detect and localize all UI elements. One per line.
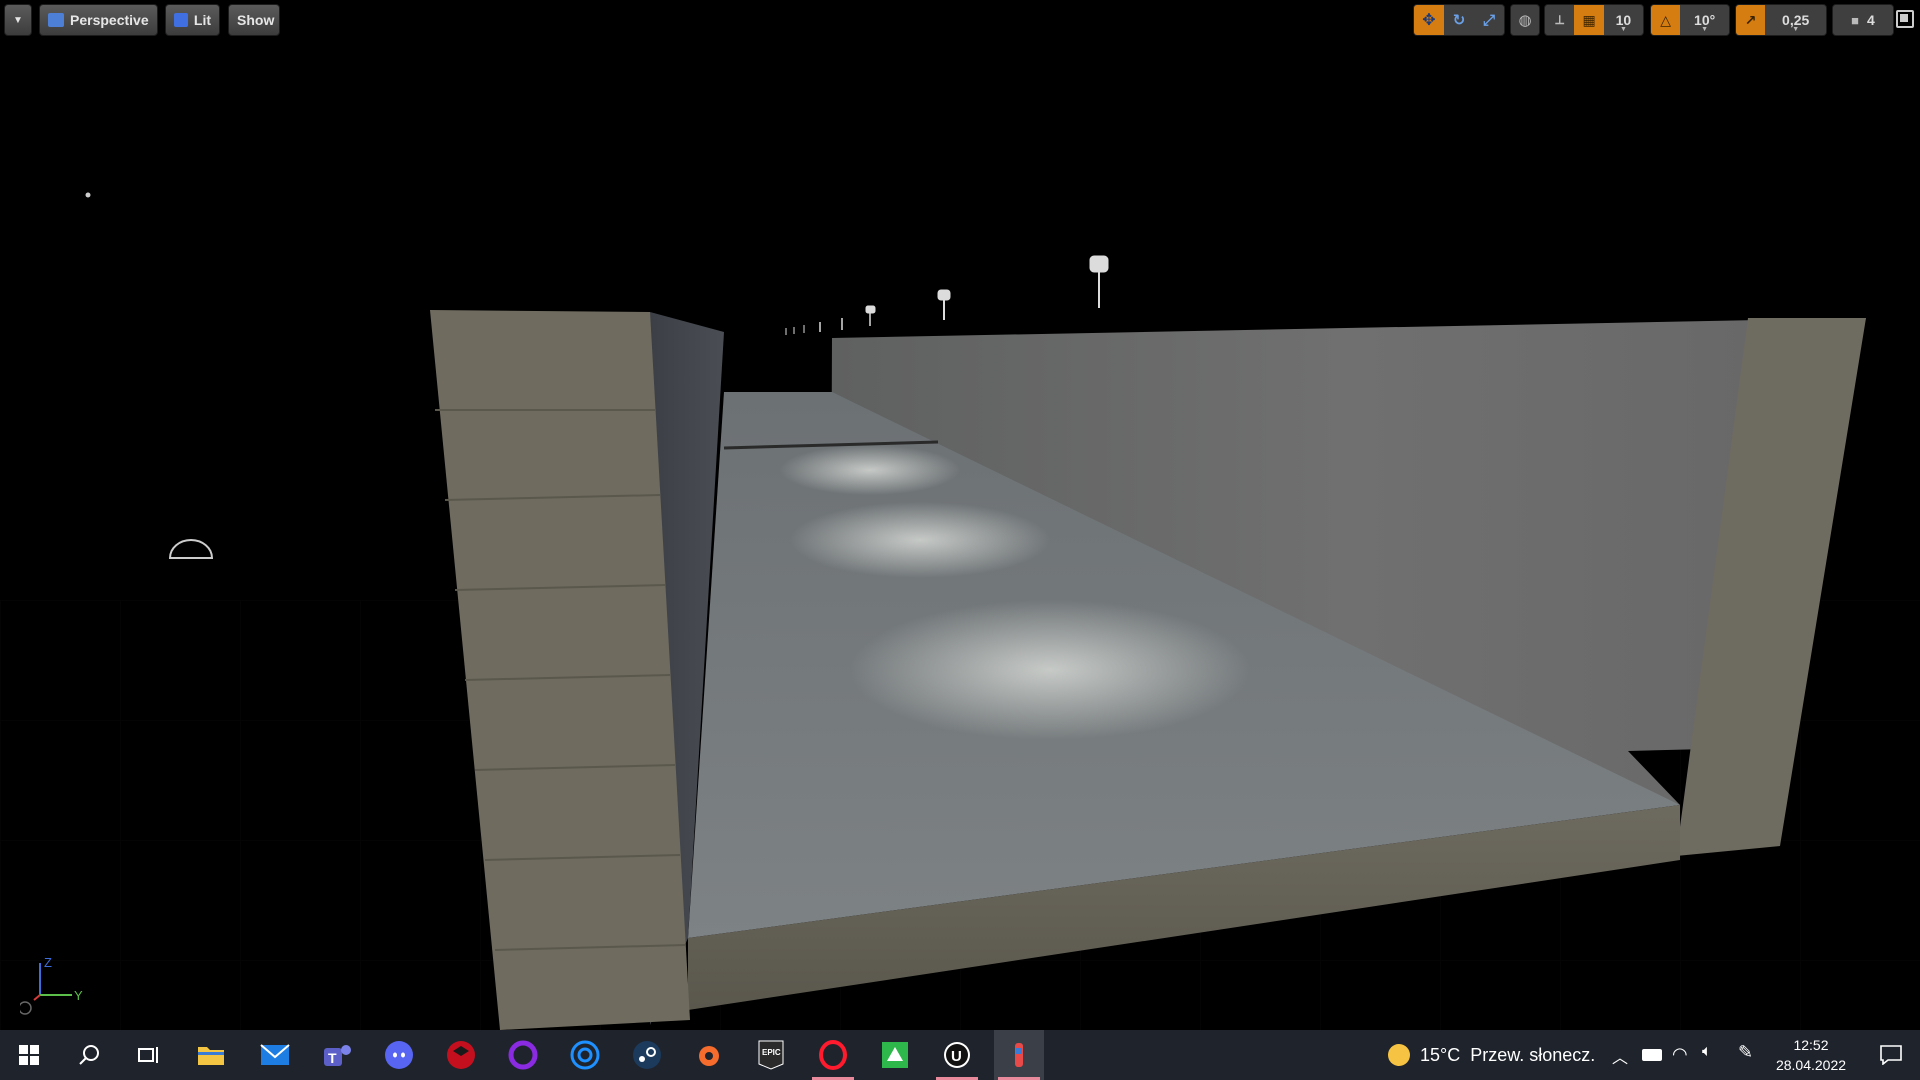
origin-button[interactable] — [684, 1030, 734, 1080]
coordinate-system-toggle[interactable]: ◍ — [1510, 4, 1540, 36]
task-view-button[interactable] — [124, 1030, 174, 1080]
taskbar: T EPIC U 15°C Przew. słonecz. ︿ ◠ 🔈︎ ✎ 1… — [0, 1030, 1920, 1080]
weather-condition: Przew. słonecz. — [1470, 1044, 1596, 1065]
red-app-button[interactable] — [436, 1030, 486, 1080]
rotate-tool[interactable]: ↻ — [1444, 5, 1474, 35]
rotation-snap-toggle[interactable]: △ — [1651, 5, 1681, 35]
lit-icon — [174, 13, 188, 27]
red-cube-icon — [447, 1041, 475, 1069]
epic-games-icon: EPIC — [758, 1040, 784, 1070]
scale-tool[interactable]: ⤢ — [1474, 5, 1504, 35]
perspective-label: Perspective — [70, 12, 149, 28]
rotation-snap-icon: △ — [1660, 11, 1672, 28]
camera-speed-group[interactable]: ■ 4 — [1832, 4, 1894, 36]
file-explorer-button[interactable] — [186, 1030, 236, 1080]
axis-z-label: Z — [44, 955, 52, 970]
perspective-button[interactable]: Perspective — [39, 4, 158, 36]
paint-app-icon — [1015, 1043, 1023, 1067]
opera-icon — [819, 1040, 847, 1070]
ring-app-button[interactable] — [498, 1030, 548, 1080]
world-globe-icon: ◍ — [1511, 5, 1539, 35]
scale-snap-toggle[interactable]: ↗ — [1736, 5, 1766, 35]
windows-icon — [19, 1045, 39, 1065]
search-icon — [79, 1045, 99, 1065]
search-button[interactable] — [64, 1030, 114, 1080]
scale-snap-value[interactable]: 0,25 ▼ — [1765, 5, 1826, 35]
translate-icon: ✥ — [1422, 12, 1436, 29]
maximize-icon — [1900, 14, 1908, 22]
weather-temperature: 15°C — [1420, 1044, 1461, 1065]
svg-text:T: T — [328, 1050, 337, 1066]
clock[interactable]: 12:52 28.04.2022 — [1768, 1035, 1854, 1075]
clock-time: 12:52 — [1793, 1037, 1829, 1053]
grid-snap-group: ⟂ ▦ 10 ▼ — [1544, 4, 1644, 36]
origin-icon — [699, 1046, 719, 1066]
scale-snap-group: ↗ 0,25 ▼ — [1735, 4, 1827, 36]
perspective-icon — [48, 13, 64, 27]
camera-speed-button[interactable]: ■ 4 — [1833, 5, 1893, 35]
lit-label: Lit — [193, 12, 211, 28]
notifications-button[interactable] — [1866, 1030, 1916, 1080]
svg-text:EPIC: EPIC — [762, 1048, 781, 1057]
epic-games-button[interactable]: EPIC — [746, 1030, 796, 1080]
opera-button[interactable] — [808, 1030, 858, 1080]
discord-icon — [385, 1041, 413, 1069]
clock-date: 28.04.2022 — [1775, 1057, 1847, 1073]
network-icon[interactable]: ◠ — [1672, 1044, 1688, 1065]
steam-icon — [633, 1041, 661, 1069]
green-app-button[interactable] — [870, 1030, 920, 1080]
svg-text:U: U — [951, 1048, 962, 1065]
grid-snap-toggle[interactable]: ▦ — [1574, 5, 1604, 35]
tray-overflow-button[interactable]: ︿ — [1612, 1044, 1628, 1068]
camera-icon: ■ — [1851, 12, 1860, 28]
discord-button[interactable] — [374, 1030, 424, 1080]
current-app-button[interactable] — [994, 1030, 1044, 1080]
surface-snap-toggle[interactable]: ⟂ — [1545, 5, 1575, 35]
teams-icon: T — [324, 1045, 351, 1066]
axis-gizmo: Z Y — [20, 955, 83, 1015]
grid-icon: ▦ — [1582, 11, 1596, 28]
weather-sun-icon — [1388, 1044, 1410, 1066]
grid-snap-value[interactable]: 10 ▼ — [1603, 5, 1643, 35]
ubisoft-icon — [570, 1040, 600, 1070]
surface-snap-icon: ⟂ — [1555, 12, 1565, 27]
lit-button[interactable]: Lit — [165, 4, 220, 36]
task-view-icon — [138, 1047, 158, 1063]
pen-icon[interactable]: ✎ — [1738, 1042, 1753, 1063]
show-label: Show — [237, 12, 275, 28]
scene-render[interactable] — [0, 0, 1920, 1030]
rotation-snap-group: △ 10° ▼ — [1650, 4, 1730, 36]
maximize-viewport-button[interactable] — [1896, 10, 1914, 28]
mail-button[interactable] — [250, 1030, 300, 1080]
scale-snap-icon: ↗ — [1744, 11, 1757, 28]
level-viewport[interactable]: ▼ Perspective Lit Show ✥ ↻ ⤢ ◍ ⟂ ▦ 10 ▼ … — [0, 0, 1920, 1030]
scale-icon: ⤢ — [1482, 11, 1495, 29]
start-button[interactable] — [4, 1030, 54, 1080]
chevron-down-icon: ▼ — [13, 14, 23, 26]
teams-button[interactable]: T — [312, 1030, 362, 1080]
chevron-up-icon: ︿ — [1612, 1050, 1629, 1067]
steam-button[interactable] — [622, 1030, 672, 1080]
ubisoft-button[interactable] — [560, 1030, 610, 1080]
rotation-snap-value[interactable]: 10° ▼ — [1680, 5, 1729, 35]
translate-tool[interactable]: ✥ — [1414, 5, 1444, 35]
show-button[interactable]: Show — [228, 4, 280, 36]
weather-widget[interactable]: 15°C Przew. słonecz. — [1388, 1030, 1595, 1080]
unreal-icon: U — [944, 1042, 970, 1068]
rotate-icon: ↻ — [1452, 12, 1466, 29]
notification-icon — [1880, 1045, 1902, 1065]
transform-tools: ✥ ↻ ⤢ — [1413, 4, 1505, 36]
ring-icon — [508, 1040, 538, 1070]
caret-down-icon: ▼ — [1701, 26, 1709, 33]
mail-icon — [260, 1044, 290, 1065]
volume-icon[interactable]: 🔈︎ — [1702, 1043, 1712, 1061]
caret-down-icon: ▼ — [1619, 26, 1627, 33]
axis-y-label: Y — [74, 988, 83, 1003]
battery-icon[interactable] — [1642, 1049, 1662, 1061]
unreal-engine-button[interactable]: U — [932, 1030, 982, 1080]
green-app-icon — [882, 1042, 908, 1068]
folder-icon — [198, 1047, 224, 1065]
caret-down-icon: ▼ — [1792, 26, 1800, 33]
viewport-options-button[interactable]: ▼ — [4, 4, 32, 36]
